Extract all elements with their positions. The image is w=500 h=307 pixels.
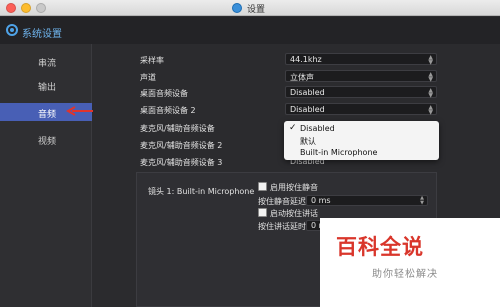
close-window-button[interactable]: [6, 3, 16, 13]
desktop-audio-2-select[interactable]: Disabled ▲ ▼: [285, 103, 437, 116]
push-to-mute-label: 启用按住静音: [270, 183, 318, 192]
checkmark-icon: ✓: [289, 123, 297, 133]
sidebar-item-label: 输出: [38, 83, 57, 93]
title-bar: 设置: [0, 0, 500, 16]
push-to-talk-checkbox[interactable]: [258, 208, 267, 217]
spinner-arrows-icon[interactable]: ▲▼: [420, 196, 424, 206]
sidebar-item-video[interactable]: 视频: [0, 130, 92, 148]
select-value: 44.1khz: [290, 55, 322, 64]
sample-rate-label: 采样率: [140, 56, 164, 65]
dropdown-option-built-in-mic[interactable]: Built-in Microphone: [300, 148, 377, 157]
channels-label: 声道: [140, 73, 156, 82]
select-value: Disabled: [290, 88, 325, 97]
chevron-updown-icon: ▲ ▼: [428, 71, 433, 83]
channels-select[interactable]: 立体声 ▲ ▼: [285, 70, 437, 83]
mic-device-label: 镜头 1: Built-in Microphone: [148, 187, 255, 196]
sidebar-item-label: 串流: [38, 59, 57, 69]
watermark-title: 百科全说: [336, 235, 424, 259]
sidebar-item-stream[interactable]: 串流: [0, 52, 92, 70]
mute-delay-spinbox[interactable]: 0 ms ▲ ▼: [306, 195, 428, 206]
dropdown-option-disabled[interactable]: Disabled: [300, 124, 335, 133]
talk-delay-label: 按住讲话延时: [258, 222, 306, 231]
minimize-window-button[interactable]: [21, 3, 31, 13]
header-title: 系统设置: [22, 29, 62, 40]
app-icon: [232, 3, 242, 13]
sidebar-item-label: 音频: [38, 110, 57, 120]
chevron-updown-icon: ▲ ▼: [428, 104, 433, 116]
mic-aux-label: 麦克风/辅助音频设备: [140, 124, 215, 133]
spinbox-value: 0 ms: [311, 196, 331, 205]
mic-aux-2-label: 麦克风/辅助音频设备 2: [140, 141, 223, 150]
desktop-audio-2-label: 桌面音频设备 2: [140, 106, 196, 115]
maximize-window-button[interactable]: [36, 3, 46, 13]
desktop-audio-label: 桌面音频设备: [140, 89, 188, 98]
sidebar: 串流 输出 音频 视频: [0, 44, 92, 307]
chevron-updown-icon: ▲ ▼: [428, 87, 433, 99]
desktop-audio-select[interactable]: Disabled ▲ ▼: [285, 86, 437, 99]
dropdown-option-default[interactable]: 默认: [300, 136, 316, 147]
watermark-logo: 百科全说 助你轻松解决: [320, 218, 500, 307]
settings-header: 系统设置: [0, 17, 500, 44]
select-value: Disabled: [290, 105, 325, 114]
mic-aux-dropdown-menu: ✓ Disabled 默认 Built-in Microphone: [284, 121, 439, 160]
watermark-subtitle: 助你轻松解决: [372, 269, 438, 280]
chevron-updown-icon: ▲ ▼: [428, 54, 433, 66]
gear-icon: [6, 24, 18, 36]
sample-rate-select[interactable]: 44.1khz ▲ ▼: [285, 53, 437, 66]
push-to-mute-checkbox[interactable]: [258, 182, 267, 191]
mic-aux-3-label: 麦克风/辅助音频设备 3: [140, 158, 223, 167]
sidebar-item-label: 视频: [38, 137, 57, 147]
sidebar-item-output[interactable]: 输出: [0, 76, 92, 94]
mute-delay-label: 按住静音延迟: [258, 197, 306, 206]
push-to-talk-label: 启动按住讲话: [270, 209, 318, 218]
select-value: 立体声: [290, 73, 314, 82]
window-title: 设置: [247, 5, 266, 15]
